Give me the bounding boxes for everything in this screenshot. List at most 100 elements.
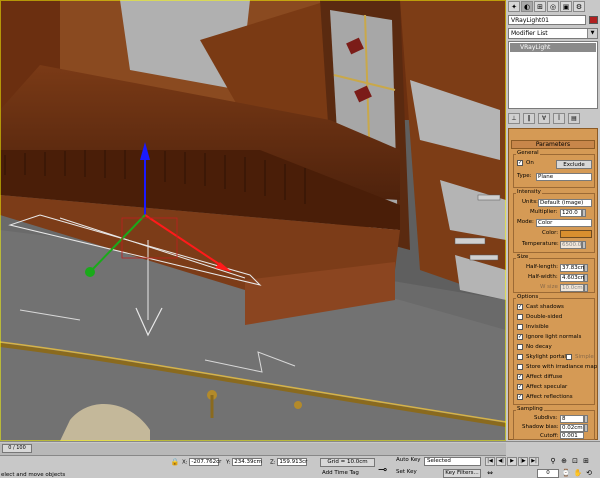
goto-end-icon[interactable]: ▶| [529, 457, 539, 466]
option-label: Double-sided [526, 314, 563, 320]
check-mark: ✓ [517, 373, 523, 380]
zoom-icon[interactable]: ⚲ [548, 457, 558, 466]
set-key-button[interactable]: Set Key [396, 468, 417, 477]
display-tab-icon[interactable]: ▣ [560, 1, 572, 12]
create-tab-icon[interactable]: ✦ [508, 1, 520, 12]
type-dropdown[interactable]: Plane [536, 173, 592, 181]
store-irradiance-checkbox[interactable]: Store with irradiance map [517, 363, 597, 372]
general-group: General ✓ On Exclude Type: Plane [513, 150, 595, 188]
make-unique-icon[interactable]: ∀ [538, 113, 550, 124]
type-label: Type: [517, 173, 532, 179]
play-icon[interactable]: ▶ [507, 457, 517, 466]
remove-modifier-icon[interactable]: ꟾ [553, 113, 565, 124]
exclude-button[interactable]: Exclude [556, 160, 592, 169]
x-field[interactable]: -207.762cr [189, 458, 221, 466]
subdivs-spinner[interactable] [584, 415, 588, 423]
size-group: Size Half-length: 37.83cm Half-width: 4.… [513, 254, 595, 293]
zoom-all-icon[interactable]: ⊕ [559, 457, 569, 466]
lock-selection-icon[interactable]: 🔒 [170, 458, 180, 467]
w-size-field[interactable]: 10.0cm [560, 284, 584, 292]
y-label: Y [226, 459, 229, 466]
grid-readout: Grid = 10.0cm [320, 458, 375, 467]
key-icon[interactable]: ⊸ [378, 463, 387, 476]
motion-tab-icon[interactable]: ◎ [547, 1, 559, 12]
temperature-spinner[interactable] [582, 241, 586, 249]
configure-sets-icon[interactable]: ▤ [568, 113, 580, 124]
check-mark [517, 353, 523, 360]
half-width-field[interactable]: 4.603cm [560, 274, 586, 282]
on-label: On [526, 160, 534, 166]
next-frame-icon[interactable]: |▶ [518, 457, 528, 466]
affect-diffuse-checkbox[interactable]: ✓ Affect diffuse [517, 373, 562, 382]
units-dropdown[interactable]: Default (image) [538, 199, 592, 207]
stack-item-vraylight[interactable]: VRayLight [510, 43, 596, 52]
multiplier-field[interactable]: 120.0 [560, 209, 582, 217]
no-decay-checkbox[interactable]: No decay [517, 343, 552, 352]
ignore-light-normals-checkbox[interactable]: ✓ Ignore light normals [517, 333, 581, 342]
rollout-title[interactable]: Parameters [511, 140, 595, 149]
perspective-viewport[interactable] [0, 0, 506, 441]
y-field[interactable]: 234.39cm [232, 458, 263, 466]
add-time-tag-button[interactable]: Add Time Tag [322, 470, 359, 476]
affect-reflections-checkbox[interactable]: ✓ Affect reflections [517, 393, 573, 402]
object-color-swatch[interactable] [589, 16, 598, 24]
half-width-label: Half-width: [528, 274, 558, 280]
time-slider-thumb[interactable]: 0 / 100 [2, 444, 32, 453]
sampling-group: Sampling Subdivs: 8 Shadow bias: 0.02cm … [513, 406, 595, 440]
color-label: Color: [542, 230, 559, 236]
skylight-portal-checkbox[interactable]: Skylight portal [517, 353, 566, 362]
mode-dropdown[interactable]: Color [536, 219, 592, 227]
on-checkbox[interactable]: ✓ On [517, 159, 534, 168]
subdivs-field[interactable]: 8 [560, 415, 584, 423]
selected-dropdown[interactable]: Selected [424, 457, 481, 466]
shadow-bias-field[interactable]: 0.02cm [560, 424, 584, 432]
zoom-extents-all-icon[interactable]: ⊞ [581, 457, 591, 466]
utilities-tab-icon[interactable]: ⚙ [573, 1, 585, 12]
w-size-spinner[interactable] [584, 284, 588, 292]
simple-label: Simple [575, 354, 594, 360]
object-name-field[interactable]: VRayLight01 [508, 15, 586, 25]
z-coord: Z: 159.913cr [270, 458, 308, 466]
option-label: Affect reflections [526, 394, 573, 400]
shadow-bias-spinner[interactable] [584, 424, 588, 432]
color-swatch[interactable] [560, 230, 592, 238]
pin-stack-icon[interactable]: ⊥ [508, 113, 520, 124]
z-field[interactable]: 159.913cr [277, 458, 307, 466]
intensity-label: Intensity [516, 189, 542, 195]
affect-specular-checkbox[interactable]: ✓ Affect specular [517, 383, 567, 392]
half-width-spinner[interactable] [584, 274, 588, 282]
prev-frame-icon[interactable]: ◀| [496, 457, 506, 466]
cast-shadows-checkbox[interactable]: ✓ Cast shadows [517, 303, 564, 312]
time-slider[interactable]: 0 / 100 [0, 443, 506, 456]
x-label: X [182, 459, 186, 466]
modifier-stack: VRayLight [508, 41, 598, 109]
parameters-rollout: Parameters General ✓ On Exclude Type: Pla… [508, 128, 598, 440]
mode-label: Mode: [517, 219, 534, 225]
option-label: Skylight portal [526, 354, 566, 360]
invisible-checkbox[interactable]: Invisible [517, 323, 549, 332]
sampling-label: Sampling [516, 406, 544, 412]
w-size-label: W size [540, 284, 558, 290]
show-end-result-icon[interactable]: ‖ [523, 113, 535, 124]
simple-checkbox[interactable]: Simple [566, 353, 594, 362]
hierarchy-tab-icon[interactable]: ⊞ [534, 1, 546, 12]
double-sided-checkbox[interactable]: Double-sided [517, 313, 562, 322]
command-panel-tabs: ✦ ◐ ⊞ ◎ ▣ ⚙ [508, 1, 598, 13]
cutoff-field[interactable]: 0.001 [560, 432, 584, 439]
goto-start-icon[interactable]: |◀ [485, 457, 495, 466]
on-check-mark: ✓ [517, 159, 523, 166]
modifier-list-dropdown[interactable]: Modifier List ▼ [508, 28, 598, 39]
options-group: Options ✓ Cast shadows Double-sided Invis… [513, 294, 597, 405]
multiplier-spinner[interactable] [582, 209, 586, 217]
modify-tab-icon[interactable]: ◐ [521, 1, 533, 12]
chevron-down-icon: ▼ [587, 29, 597, 38]
half-length-spinner[interactable] [584, 264, 588, 272]
auto-key-button[interactable]: Auto Key [396, 456, 421, 465]
zoom-extents-icon[interactable]: ⊡ [570, 457, 580, 466]
half-length-field[interactable]: 37.83cm [560, 264, 586, 272]
stack-toolbar: ⊥ ‖ ∀ ꟾ ▤ [508, 113, 598, 125]
check-mark [517, 343, 523, 350]
temperature-field[interactable]: 6500.0 [560, 241, 582, 249]
check-mark [517, 363, 523, 370]
check-mark [517, 323, 523, 330]
